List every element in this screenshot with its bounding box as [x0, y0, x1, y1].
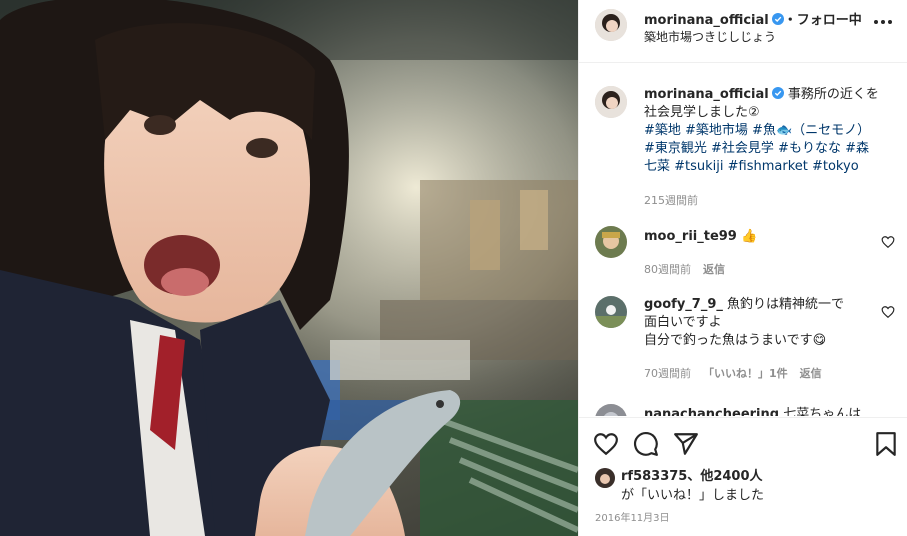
- caption-text-line1: 事務所の近くを: [787, 87, 879, 102]
- share-send-icon[interactable]: [673, 431, 699, 457]
- caption-hashtags-line1[interactable]: #築地 #築地市場 #魚🐟（ニセモノ）: [644, 122, 880, 140]
- reply-button[interactable]: 返信: [800, 367, 822, 380]
- comment-meta: 70週間前 「いいね！」1件 返信: [644, 365, 822, 381]
- post-header: morinana_official ・フォロー中 築地市場つきじしじょう: [579, 0, 907, 63]
- liker-avatar[interactable]: [595, 468, 615, 488]
- comment-text-line1: 魚釣りは精神統一で: [727, 297, 845, 312]
- caption-username[interactable]: morinana_official: [644, 87, 769, 102]
- comment-username[interactable]: moo_rii_te99: [644, 229, 737, 244]
- comment-likes-count[interactable]: 「いいね！」1件: [703, 367, 788, 380]
- commenter-avatar[interactable]: [595, 404, 627, 416]
- follow-status-button[interactable]: フォロー中: [797, 13, 862, 28]
- comment-bubble-icon[interactable]: [633, 431, 659, 457]
- comments-section: morinana_official 事務所の近くを 社会見学しました② #築地 …: [579, 64, 907, 416]
- comment-text-line3: 自分で釣った魚はうまいです😋: [644, 333, 827, 348]
- caption-text-line2: 社会見学しました②: [644, 105, 760, 120]
- author-username[interactable]: morinana_official: [644, 13, 769, 28]
- verified-badge-icon: [771, 13, 784, 25]
- comment-time[interactable]: 80週間前: [644, 263, 691, 276]
- comment-time[interactable]: 70週間前: [644, 367, 691, 380]
- post-side-panel: morinana_official ・フォロー中 築地市場つきじしじょう mori…: [578, 0, 907, 536]
- comment-text: 👍: [741, 229, 758, 244]
- post-date[interactable]: 2016年11月3日: [595, 509, 670, 524]
- author-avatar[interactable]: [595, 9, 627, 41]
- caption-author-avatar[interactable]: [595, 86, 627, 118]
- save-bookmark-icon[interactable]: [873, 431, 899, 457]
- likes-summary-line1[interactable]: rf583375、他2400人: [621, 465, 763, 484]
- verified-badge-icon: [771, 87, 784, 99]
- likes-summary-line2: が「いいね！」しました: [621, 488, 765, 503]
- comment-username[interactable]: nanachancheering: [644, 407, 779, 416]
- commenter-avatar[interactable]: [595, 226, 627, 258]
- post-photo[interactable]: [0, 0, 578, 536]
- photo-illustration: [0, 0, 578, 536]
- comment-text: 七菜ちゃんは: [783, 407, 862, 416]
- comment-meta: 80週間前 返信: [644, 261, 725, 277]
- reply-button[interactable]: 返信: [703, 263, 725, 276]
- caption-time[interactable]: 215週間前: [644, 192, 698, 208]
- location-link[interactable]: 築地市場つきじしじょう: [644, 28, 776, 45]
- header-separator: ・: [783, 13, 797, 28]
- caption-hashtags-line2[interactable]: #東京観光 #社会見学 #もりなな #森: [644, 140, 880, 158]
- comment-text-line2: 面白いですよ: [644, 315, 722, 330]
- like-heart-icon[interactable]: [593, 431, 619, 457]
- commenter-avatar[interactable]: [595, 296, 627, 328]
- post-actions: rf583375、他2400人 が「いいね！」しました 2016年11月3日: [579, 417, 907, 536]
- more-options-icon[interactable]: [872, 11, 894, 33]
- comment-like-heart-icon[interactable]: [881, 305, 895, 319]
- comment-username[interactable]: goofy_7_9_: [644, 297, 723, 312]
- comment-like-heart-icon[interactable]: [881, 235, 895, 249]
- caption-hashtags-line3[interactable]: 七菜 #tsukiji #fishmarket #tokyo: [644, 158, 880, 176]
